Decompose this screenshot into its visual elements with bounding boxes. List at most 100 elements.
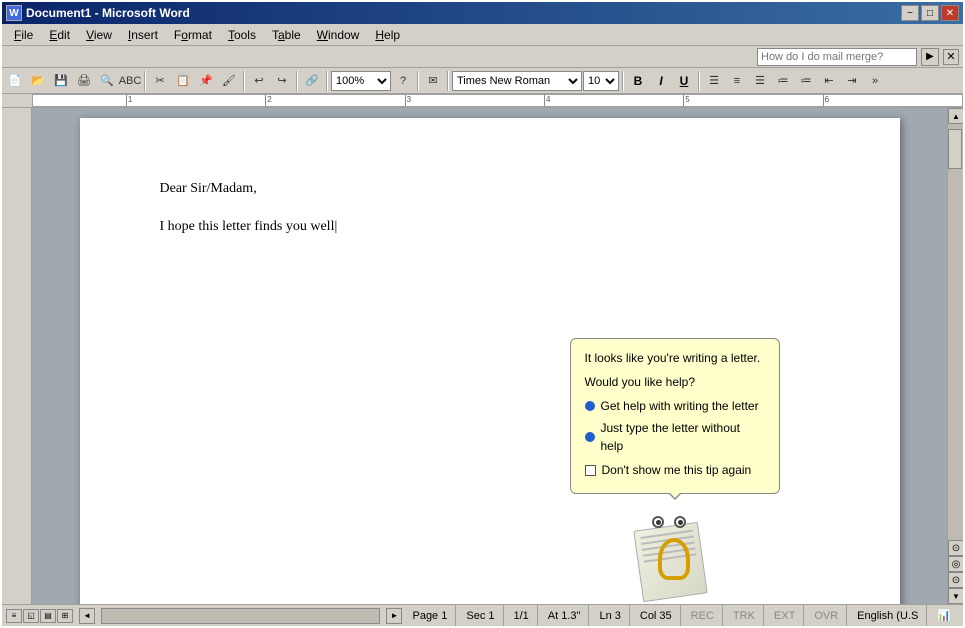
font-select[interactable]: Times New Roman xyxy=(452,71,582,91)
clippy-checkbox[interactable] xyxy=(585,465,596,476)
undo-button[interactable]: ↩ xyxy=(248,70,270,92)
clippy-option-1[interactable]: Get help with writing the letter xyxy=(585,397,765,415)
ruler-mark-5: 5 xyxy=(683,95,689,106)
ruler-mark-1: 1 xyxy=(126,95,132,106)
status-icon[interactable]: 📊 xyxy=(929,605,959,626)
menu-file[interactable]: File xyxy=(6,26,41,44)
scroll-next-button[interactable]: ⊙ xyxy=(948,572,963,588)
horizontal-scrollbar[interactable] xyxy=(101,608,380,624)
app-icon: W xyxy=(6,5,22,21)
scrollbar-thumb[interactable] xyxy=(948,129,962,169)
clippy-container: It looks like you're writing a letter. W… xyxy=(570,338,780,598)
menu-help[interactable]: Help xyxy=(367,26,408,44)
clippy-eyes xyxy=(652,516,686,528)
menu-format[interactable]: Format xyxy=(166,26,220,44)
status-at: At 1.3" xyxy=(540,605,590,626)
outline-view-button[interactable]: ⊞ xyxy=(57,609,73,623)
font-size-select[interactable]: 10 xyxy=(583,71,619,91)
scroll-up-button[interactable]: ▲ xyxy=(948,108,963,124)
ext-indicator: EXT xyxy=(774,610,795,622)
page-position: 1/1 xyxy=(514,610,529,622)
option-2-label: Just type the letter without help xyxy=(601,419,765,455)
underline-button[interactable]: U xyxy=(673,70,695,92)
document-area[interactable]: Dear Sir/Madam, I hope this letter finds… xyxy=(32,108,947,604)
italic-button[interactable]: I xyxy=(650,70,672,92)
left-margin xyxy=(2,108,32,604)
open-button[interactable]: 📂 xyxy=(27,70,49,92)
numbering-button[interactable]: ≔ xyxy=(795,70,817,92)
decrease-indent-button[interactable]: ⇤ xyxy=(818,70,840,92)
bullets-button[interactable]: ≔ xyxy=(772,70,794,92)
menu-edit[interactable]: Edit xyxy=(41,26,78,44)
help-search-input[interactable] xyxy=(757,48,917,66)
maximize-button[interactable]: □ xyxy=(921,5,939,21)
copy-button[interactable]: 📋 xyxy=(172,70,194,92)
web-view-button[interactable]: ◱ xyxy=(23,609,39,623)
document-content[interactable]: Dear Sir/Madam, I hope this letter finds… xyxy=(160,178,820,239)
clippy-speech-bubble: It looks like you're writing a letter. W… xyxy=(570,338,780,494)
print-view-button[interactable]: ▤ xyxy=(40,609,56,623)
window-title: Document1 - Microsoft Word xyxy=(26,6,901,20)
status-ext: EXT xyxy=(766,605,804,626)
ruler-mark-6: 6 xyxy=(823,95,829,106)
doc-line-2: I hope this letter finds you well| xyxy=(160,216,820,238)
section-number: Sec 1 xyxy=(466,610,494,622)
cut-button[interactable]: ✂ xyxy=(149,70,171,92)
status-bar: ≡ ◱ ▤ ⊞ ◄ ► Page 1 Sec 1 1/1 At 1.3" Ln … xyxy=(2,604,963,626)
scroll-page-select-button[interactable]: ◎ xyxy=(948,556,963,572)
doc-line-1: Dear Sir/Madam, xyxy=(160,178,820,200)
link-button[interactable]: 🔗 xyxy=(301,70,323,92)
redo-button[interactable]: ↪ xyxy=(271,70,293,92)
window-controls: − □ ✕ xyxy=(901,5,959,21)
help-button[interactable]: ? xyxy=(392,70,414,92)
paste-button[interactable]: 📌 xyxy=(195,70,217,92)
new-button[interactable]: 📄 xyxy=(4,70,26,92)
menu-tools[interactable]: Tools xyxy=(220,26,264,44)
main-area: Dear Sir/Madam, I hope this letter finds… xyxy=(2,108,963,604)
increase-indent-button[interactable]: ⇥ xyxy=(841,70,863,92)
status-ovr: OVR xyxy=(806,605,847,626)
print-preview-button[interactable]: 🔍 xyxy=(96,70,118,92)
main-toolbar: 📄 📂 💾 🖨 🔍 ABC ✂ 📋 📌 🖌 ↩ ↪ 🔗 100% ? ✉ Tim… xyxy=(2,68,963,94)
scroll-left-button[interactable]: ◄ xyxy=(79,608,95,624)
zoom-select[interactable]: 100% xyxy=(331,71,391,91)
save-button[interactable]: 💾 xyxy=(50,70,72,92)
menu-view[interactable]: View xyxy=(78,26,120,44)
document-page[interactable]: Dear Sir/Madam, I hope this letter finds… xyxy=(80,118,900,604)
clippy-right-eye xyxy=(674,516,686,528)
more-button[interactable]: » xyxy=(864,70,886,92)
menu-insert[interactable]: Insert xyxy=(120,26,166,44)
ruler-body: 1 2 3 4 5 6 xyxy=(32,94,963,107)
word-window: W Document1 - Microsoft Word − □ ✕ File … xyxy=(0,0,965,628)
scrollbar-track[interactable] xyxy=(948,124,963,540)
scroll-down-button[interactable]: ▼ xyxy=(948,588,963,604)
close-button[interactable]: ✕ xyxy=(941,5,959,21)
toolbar-sep-7 xyxy=(622,71,624,91)
minimize-button[interactable]: − xyxy=(901,5,919,21)
clippy-option-2[interactable]: Just type the letter without help xyxy=(585,419,765,455)
ovr-indicator: OVR xyxy=(814,610,838,622)
align-right-button[interactable]: ☰ xyxy=(749,70,771,92)
spellcheck-button[interactable]: ABC xyxy=(119,70,141,92)
bubble-intro: It looks like you're writing a letter. xyxy=(585,349,765,367)
scroll-prev-button[interactable]: ⊙ xyxy=(948,540,963,556)
print-button[interactable]: 🖨 xyxy=(73,70,95,92)
mail-merge-button[interactable]: ✉ xyxy=(422,70,444,92)
menu-bar: File Edit View Insert Format Tools Table… xyxy=(2,24,963,46)
scroll-right-button[interactable]: ► xyxy=(386,608,402,624)
align-center-button[interactable]: ≡ xyxy=(726,70,748,92)
normal-view-button[interactable]: ≡ xyxy=(6,609,22,623)
help-go-button[interactable]: ▶ xyxy=(921,48,939,66)
column-number: Col 35 xyxy=(640,610,672,622)
clippy-left-eye xyxy=(652,516,664,528)
align-left-button[interactable]: ☰ xyxy=(703,70,725,92)
bold-button[interactable]: B xyxy=(627,70,649,92)
checkbox-label: Don't show me this tip again xyxy=(602,461,752,479)
ruler-mark-2: 2 xyxy=(265,95,271,106)
menu-window[interactable]: Window xyxy=(309,26,368,44)
clippy-character xyxy=(630,508,720,598)
clippy-checkbox-option[interactable]: Don't show me this tip again xyxy=(585,461,765,479)
menu-table[interactable]: Table xyxy=(264,26,309,44)
format-painter-button[interactable]: 🖌 xyxy=(218,70,240,92)
help-close-button[interactable]: ✕ xyxy=(943,49,959,65)
